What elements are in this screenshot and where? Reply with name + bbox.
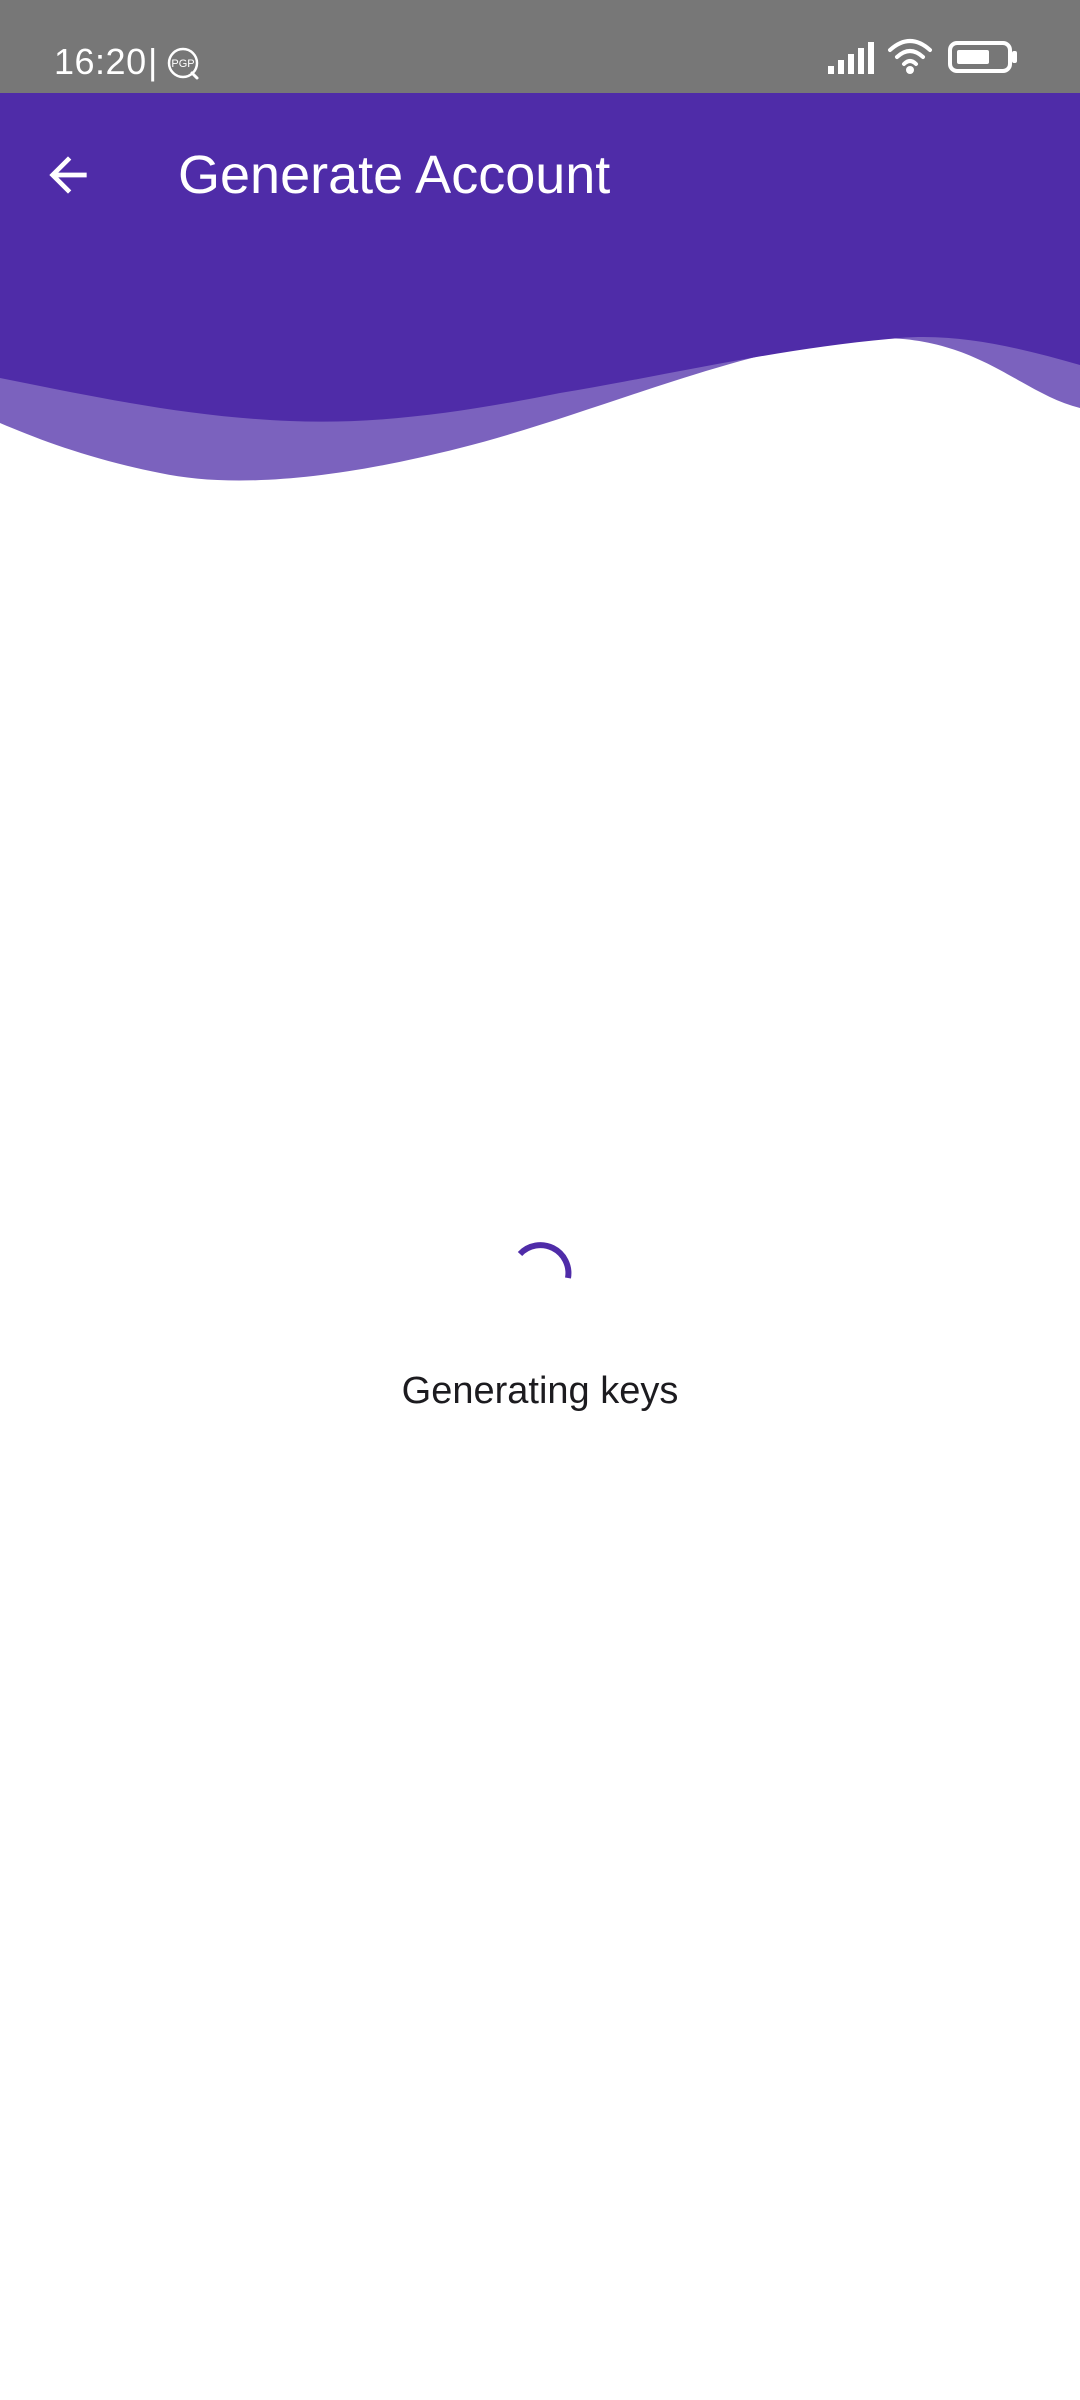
screen: 16:20 | PGP Generate Account Generating … <box>0 0 1080 2400</box>
progress-spinner <box>517 1242 572 1279</box>
back-button[interactable] <box>30 137 106 213</box>
pgp-icon: PGP <box>167 47 199 80</box>
battery-icon <box>948 41 1017 73</box>
arrow-back-icon <box>49 156 87 194</box>
app-header: Generate Account <box>0 93 1080 583</box>
loading-text: Generating keys <box>401 1370 679 1412</box>
page-title: Generate Account <box>178 145 611 205</box>
svg-text:PGP: PGP <box>171 58 194 70</box>
status-time: 16:20 <box>54 41 147 82</box>
status-bar: 16:20 | PGP <box>0 0 1080 93</box>
signal-icon <box>828 42 874 74</box>
status-separator: | <box>148 41 158 82</box>
wifi-icon <box>888 39 932 74</box>
